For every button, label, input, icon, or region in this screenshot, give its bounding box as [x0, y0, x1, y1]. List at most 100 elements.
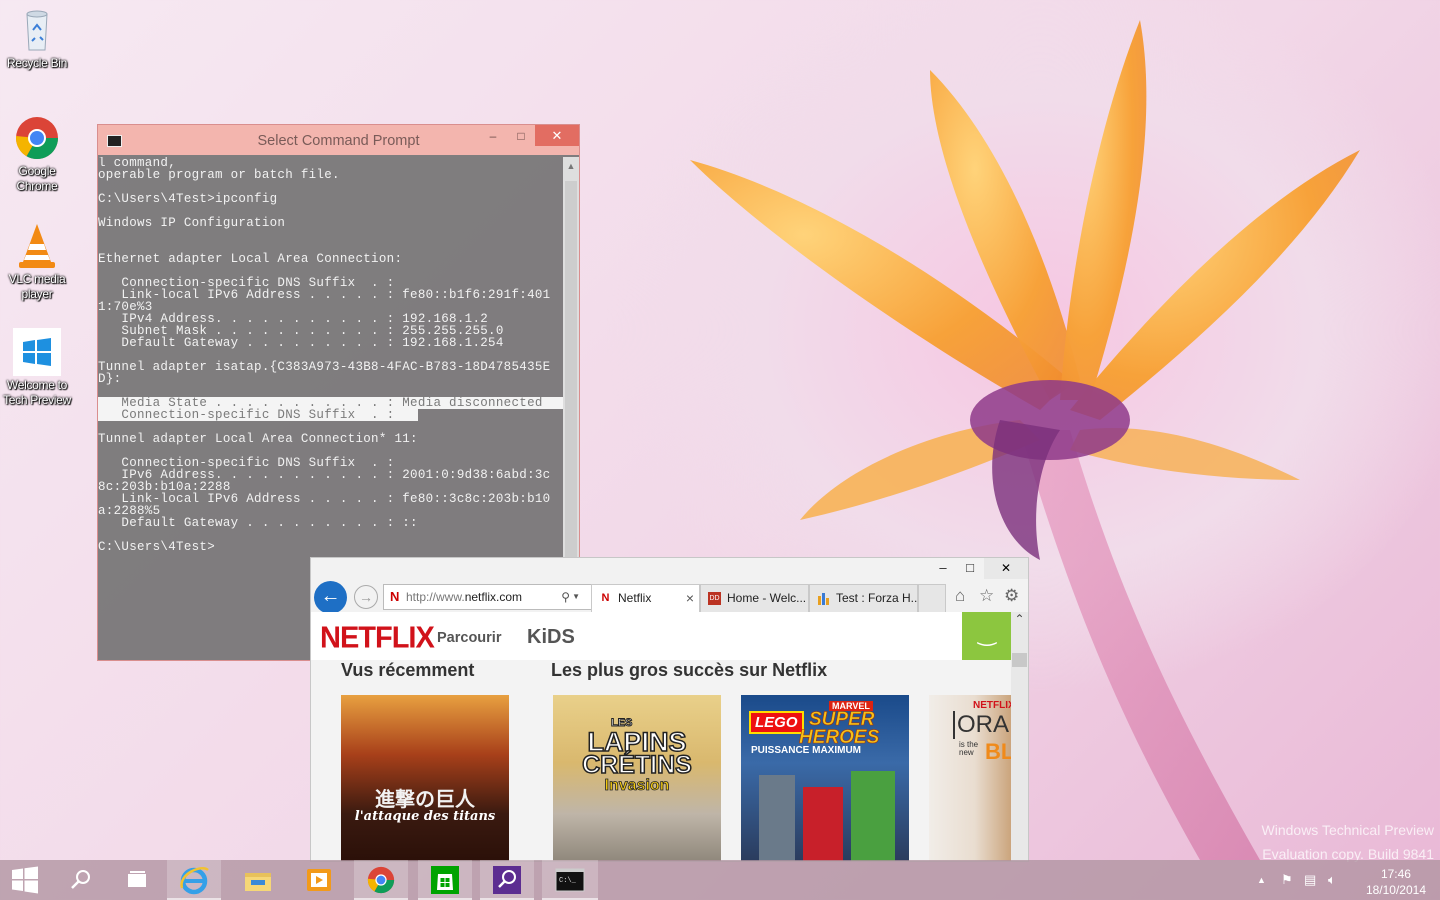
- desktop-icon-label: Google Chrome: [16, 164, 58, 193]
- minimize-icon[interactable]: –: [479, 125, 507, 147]
- poster-orange-is-the-new-black[interactable]: NETFLIX ORA is the new BL: [929, 695, 1012, 861]
- poster-title: 進撃の巨人: [375, 787, 475, 811]
- netflix-favicon-icon: N: [601, 592, 610, 604]
- dd-favicon-icon: DD: [708, 592, 721, 605]
- scroll-thumb[interactable]: [565, 181, 577, 561]
- desktop-icon-label: VLC media player: [8, 272, 66, 301]
- recycle-bin-icon: [13, 6, 61, 54]
- tab-netflix[interactable]: N Netflix ×: [591, 584, 700, 612]
- back-arrow-icon[interactable]: ←: [314, 581, 347, 614]
- taskbar-command-prompt[interactable]: C:\_: [542, 860, 598, 900]
- poster-brand: NETFLIX: [973, 700, 1012, 711]
- folder-icon: [245, 873, 271, 891]
- system-clock[interactable]: 17:46 18/10/2014: [1366, 866, 1426, 898]
- forward-arrow-icon[interactable]: →: [354, 585, 378, 609]
- desktop-icon-recycle-bin[interactable]: Recycle Bin: [0, 6, 74, 71]
- taskbar-store[interactable]: [418, 860, 472, 900]
- task-view-button[interactable]: [110, 860, 164, 900]
- search-app-icon: [493, 866, 521, 894]
- internet-explorer-window[interactable]: – □ ✕ ← → N http://www.netflix.com ⚲ ▼ ↻…: [310, 557, 1029, 862]
- ie-title-bar[interactable]: – □ ✕: [311, 558, 1028, 580]
- close-icon[interactable]: ✕: [535, 125, 579, 146]
- internet-explorer-icon: [180, 867, 209, 895]
- netflix-favicon-icon: N: [390, 589, 400, 604]
- poster-attack-on-titan[interactable]: 進撃の巨人 l'attaque des titans: [341, 695, 509, 861]
- taskbar-internet-explorer[interactable]: [167, 860, 221, 900]
- address-bar[interactable]: N http://www.netflix.com ⚲ ▼ ↻: [383, 584, 612, 610]
- maximize-icon[interactable]: □: [507, 125, 535, 147]
- scroll-thumb[interactable]: [1012, 653, 1027, 667]
- netflix-content: Vus récemment Les plus gros succès sur N…: [311, 660, 1012, 861]
- start-button[interactable]: [0, 860, 50, 900]
- bar-chart-favicon-icon: [817, 592, 830, 605]
- settings-gear-icon[interactable]: ⚙: [1004, 586, 1019, 606]
- maximize-icon[interactable]: □: [957, 560, 983, 575]
- chrome-icon: [367, 866, 395, 894]
- svg-text:C:\_: C:\_: [559, 877, 577, 885]
- poster-subtitle: Invasion: [604, 777, 670, 795]
- console-line: Link-local IPv6 Address . . . . . : fe80…: [98, 492, 551, 506]
- hero-figure: [851, 771, 895, 861]
- address-prefix: http://www.: [406, 590, 465, 604]
- console-line: Connection-specific DNS Suffix . :: [98, 409, 418, 421]
- dropdown-icon[interactable]: ▼: [572, 585, 580, 609]
- new-tab-button[interactable]: [918, 584, 946, 612]
- tab-close-icon[interactable]: ×: [686, 585, 694, 611]
- close-icon[interactable]: ✕: [984, 558, 1028, 579]
- taskbar-media-player[interactable]: [292, 860, 346, 900]
- kids-link[interactable]: KiDS: [527, 626, 575, 649]
- media-player-icon: [307, 869, 331, 891]
- ie-scrollbar[interactable]: ⌃: [1011, 612, 1028, 861]
- taskbar: C:\_ ▲ ⚑ ▤ 🔈︎ 17:46 18/10/2014: [0, 860, 1440, 900]
- scroll-up-icon[interactable]: ▲: [563, 161, 579, 171]
- browse-menu[interactable]: Parcourir: [437, 630, 501, 646]
- netflix-logo[interactable]: NETFLIX: [320, 621, 435, 656]
- console-line: Windows IP Configuration: [98, 216, 286, 230]
- desktop-icon-google-chrome[interactable]: Google Chrome: [0, 114, 74, 194]
- netflix-header: NETFLIX Parcourir KiDS ‿: [311, 612, 1028, 660]
- poster-lego-super-heroes[interactable]: MARVEL LEGO SUPER HEROES PUISSANCE MAXIM…: [741, 695, 909, 861]
- network-icon[interactable]: ▤: [1304, 872, 1316, 888]
- tab-label: Home - Welc...: [727, 591, 807, 605]
- search-icon: [71, 870, 90, 889]
- taskbar-file-explorer[interactable]: [231, 860, 285, 900]
- console-line: Link-local IPv6 Address . . . . . : fe80…: [98, 288, 551, 302]
- vlc-icon: [13, 222, 61, 270]
- poster-lapins-cretins[interactable]: LES LAPINS CRÉTINS Invasion: [553, 695, 721, 861]
- windows-watermark: Windows Technical Preview Evaluation cop…: [1262, 818, 1434, 866]
- windows-logo-icon: [12, 866, 38, 894]
- profile-avatar-icon[interactable]: ‿: [962, 612, 1012, 660]
- task-view-icon: [128, 871, 146, 887]
- desktop-icon-label: Welcome to Tech Preview: [3, 378, 71, 407]
- store-icon: [431, 866, 459, 894]
- search-icon[interactable]: ⚲: [561, 585, 570, 609]
- taskbar-google-chrome[interactable]: [354, 860, 408, 900]
- tab-label: Netflix: [618, 591, 652, 605]
- clock-date: 18/10/2014: [1365, 883, 1426, 897]
- console-line: C:\Users\4Test>: [98, 540, 216, 554]
- clock-time: 17:46: [1380, 867, 1411, 881]
- show-hidden-icons-icon[interactable]: ▲: [1257, 875, 1266, 885]
- tab-test-forza[interactable]: Test : Forza H...: [809, 584, 918, 612]
- console-line: D}:: [98, 372, 122, 386]
- windows-logo-icon: [13, 328, 61, 376]
- console-line: C:\Users\4Test>ipconfig: [98, 192, 278, 206]
- taskbar-search-app[interactable]: [480, 860, 534, 900]
- scroll-up-icon[interactable]: ⌃: [1011, 612, 1028, 626]
- cmd-title-bar[interactable]: Select Command Prompt – □ ✕: [98, 125, 579, 155]
- desktop-icon-vlc[interactable]: VLC media player: [0, 222, 74, 302]
- tab-home[interactable]: DD Home - Welc...: [700, 584, 809, 612]
- action-center-flag-icon[interactable]: ⚑: [1281, 872, 1293, 888]
- row-title-top-hits: Les plus gros succès sur Netflix: [551, 660, 828, 680]
- poster-subtitle: PUISSANCE MAXIMUM: [751, 745, 862, 756]
- console-line: Default Gateway . . . . . . . . . : ::: [98, 516, 418, 530]
- search-button[interactable]: [54, 860, 108, 900]
- favorites-star-icon[interactable]: ☆: [979, 586, 994, 606]
- volume-icon[interactable]: 🔈︎: [1328, 872, 1336, 888]
- home-icon[interactable]: ⌂: [955, 586, 965, 606]
- minimize-icon[interactable]: –: [930, 560, 956, 575]
- poster-title: CRÉTINS: [581, 750, 692, 780]
- desktop-icon-welcome[interactable]: Welcome to Tech Preview: [0, 328, 74, 408]
- row-title-recent: Vus récemment: [341, 660, 475, 680]
- poster-lego-logo: LEGO: [749, 711, 804, 734]
